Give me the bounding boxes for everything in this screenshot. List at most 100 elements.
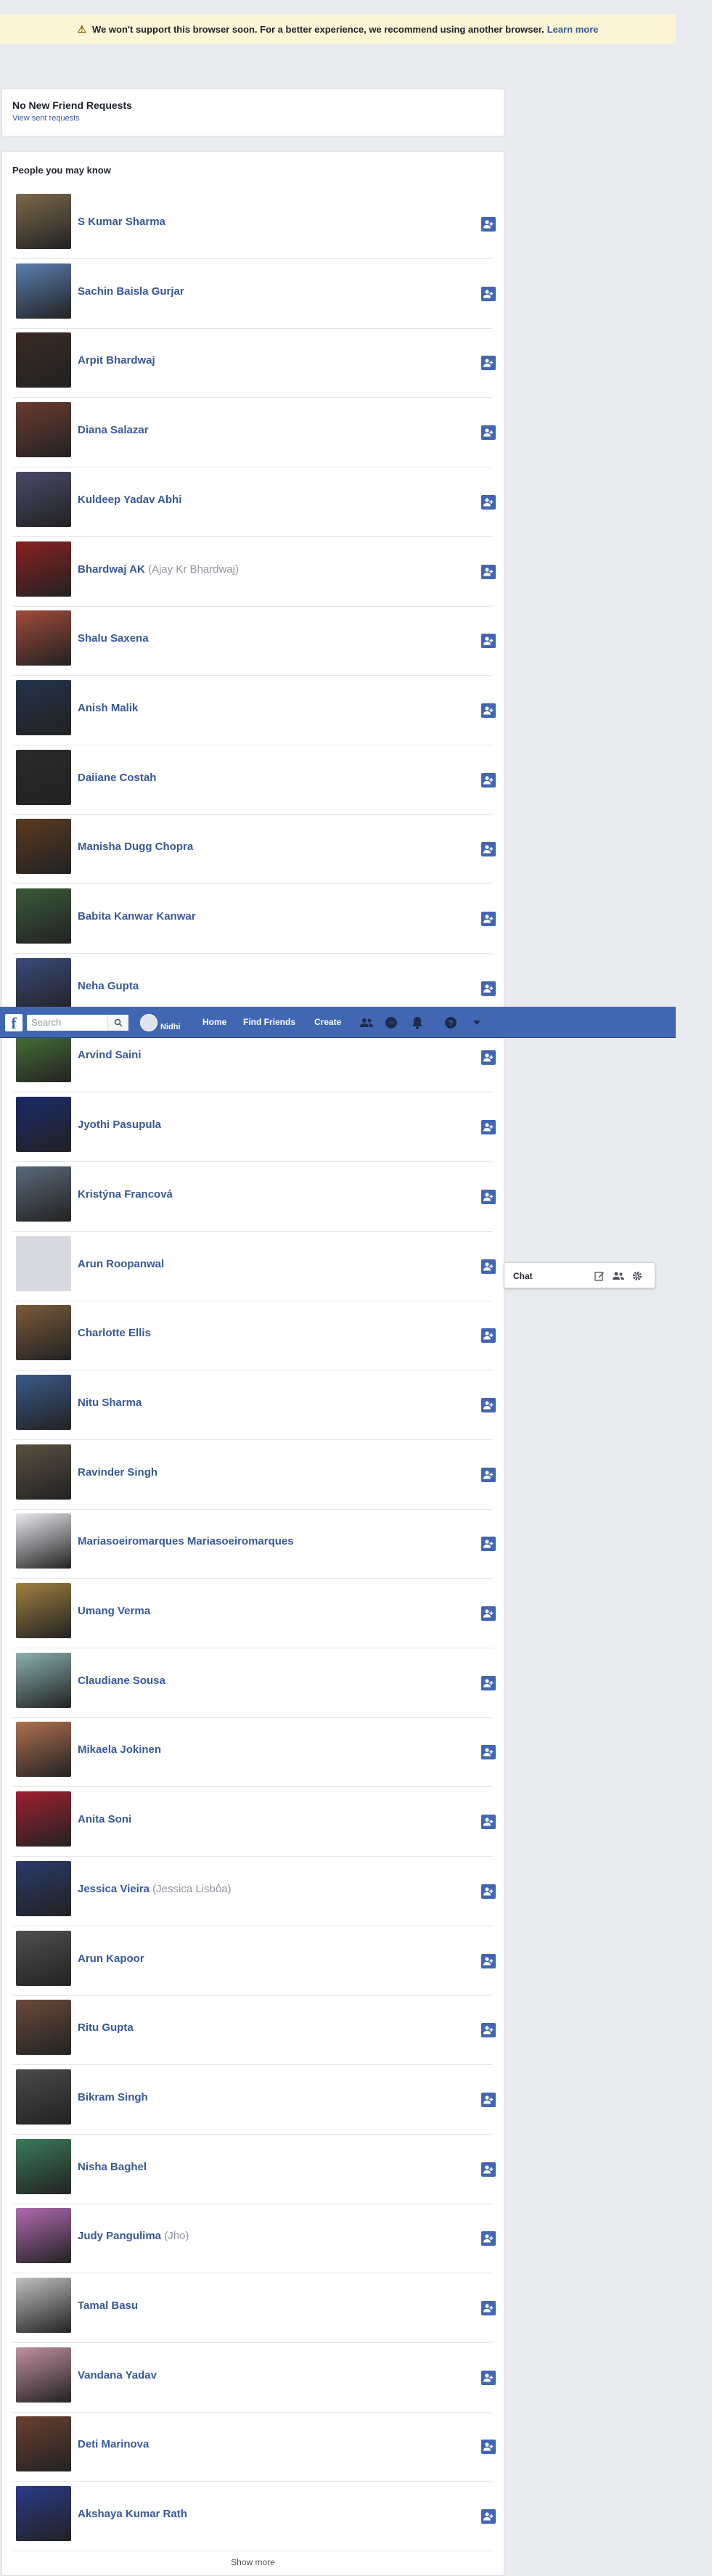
- person-name-link[interactable]: Arpit Bhardwaj: [78, 354, 155, 367]
- profile-photo[interactable]: [16, 1513, 71, 1569]
- person-name-link[interactable]: Arun Kapoor: [78, 1953, 144, 1965]
- add-friend-button[interactable]: [481, 1606, 496, 1621]
- person-name-link[interactable]: Jyothi Pasupula: [78, 1119, 161, 1131]
- messenger-icon[interactable]: [383, 1015, 399, 1031]
- person-name-link[interactable]: Jessica Vieira (Jessica Lisbôa): [78, 1883, 232, 1895]
- person-name-link[interactable]: Babita Kanwar Kanwar: [78, 910, 196, 923]
- friend-requests-icon[interactable]: [359, 1015, 375, 1031]
- add-friend-button[interactable]: [481, 2231, 496, 2246]
- profile-photo[interactable]: [16, 541, 71, 597]
- profile-photo[interactable]: [16, 1583, 71, 1638]
- person-name-link[interactable]: S Kumar Sharma: [78, 216, 165, 228]
- profile-photo[interactable]: [16, 2000, 71, 2056]
- person-name-link[interactable]: Arvind Saini: [78, 1049, 142, 1061]
- find-friends-link[interactable]: Find Friends: [243, 1017, 295, 1027]
- profile-photo[interactable]: [16, 2069, 71, 2125]
- profile-link[interactable]: Nidhi: [140, 1014, 181, 1031]
- profile-photo[interactable]: [16, 610, 71, 666]
- add-friend-button[interactable]: [481, 1884, 496, 1899]
- add-friend-button[interactable]: [481, 2023, 496, 2038]
- person-name-link[interactable]: Kristýna Francová: [78, 1188, 173, 1201]
- chat-sidebar-bar[interactable]: Chat: [504, 1262, 655, 1288]
- add-friend-button[interactable]: [481, 1815, 496, 1830]
- add-friend-button[interactable]: [481, 494, 496, 510]
- person-name-link[interactable]: Bikram Singh: [78, 2091, 148, 2103]
- add-friend-button[interactable]: [481, 217, 496, 232]
- person-name-link[interactable]: Vandana Yadav: [78, 2369, 157, 2381]
- add-friend-button[interactable]: [481, 564, 496, 579]
- person-name-link[interactable]: Deti Marinova: [78, 2438, 149, 2450]
- profile-photo[interactable]: [16, 1444, 71, 1500]
- profile-photo[interactable]: [16, 1930, 71, 1986]
- search-button[interactable]: [107, 1015, 128, 1031]
- add-friend-button[interactable]: [481, 772, 496, 788]
- person-name-link[interactable]: Nisha Baghel: [78, 2161, 147, 2173]
- add-friend-button[interactable]: [481, 703, 496, 718]
- profile-photo[interactable]: [16, 2208, 71, 2264]
- profile-photo[interactable]: [16, 2416, 71, 2472]
- person-name-link[interactable]: Akshaya Kumar Rath: [78, 2508, 187, 2520]
- add-friend-button[interactable]: [481, 1397, 496, 1412]
- show-more-link[interactable]: Show more: [2, 2557, 504, 2567]
- profile-photo[interactable]: [16, 749, 71, 805]
- person-name-link[interactable]: Anish Malik: [78, 702, 138, 714]
- add-friend-button[interactable]: [481, 1675, 496, 1690]
- person-name-link[interactable]: Diana Salazar: [78, 424, 149, 436]
- person-name-link[interactable]: Daiiane Costah: [78, 772, 156, 784]
- person-name-link[interactable]: Shalu Saxena: [78, 632, 149, 645]
- profile-photo[interactable]: [16, 1652, 71, 1708]
- new-message-icon[interactable]: [593, 1269, 606, 1283]
- add-friend-button[interactable]: [481, 1259, 496, 1274]
- person-name-link[interactable]: Ritu Gupta: [78, 2021, 134, 2034]
- create-group-icon[interactable]: [612, 1269, 625, 1283]
- person-name-link[interactable]: Mikaela Jokinen: [78, 1743, 161, 1756]
- add-friend-button[interactable]: [481, 2440, 496, 2455]
- facebook-logo-icon[interactable]: f: [5, 1014, 22, 1032]
- add-friend-button[interactable]: [481, 1120, 496, 1135]
- person-name-link[interactable]: Claudiane Sousa: [78, 1675, 165, 1687]
- add-friend-button[interactable]: [481, 2509, 496, 2524]
- person-name-link[interactable]: Sachin Baisla Gurjar: [78, 285, 184, 298]
- chat-settings-gear-icon[interactable]: [631, 1269, 644, 1283]
- add-friend-button[interactable]: [481, 286, 496, 301]
- profile-photo[interactable]: [16, 194, 71, 249]
- add-friend-button[interactable]: [481, 912, 496, 926]
- person-name-link[interactable]: Neha Gupta: [78, 980, 139, 992]
- person-name-link[interactable]: Bhardwaj AK (Ajay Kr Bhardwaj): [78, 563, 239, 576]
- profile-photo[interactable]: [16, 1722, 71, 1778]
- view-sent-requests-link[interactable]: View sent requests: [12, 114, 494, 123]
- person-name-link[interactable]: Ravinder Singh: [78, 1466, 157, 1479]
- profile-photo[interactable]: [16, 1097, 71, 1153]
- profile-photo[interactable]: [16, 1860, 71, 1916]
- person-name-link[interactable]: Mariasoeiromarques Mariasoeiromarques: [78, 1535, 294, 1547]
- add-friend-button[interactable]: [481, 1745, 496, 1760]
- profile-photo[interactable]: [16, 888, 71, 944]
- notifications-icon[interactable]: [409, 1015, 425, 1031]
- person-name-link[interactable]: Nitu Sharma: [78, 1397, 142, 1409]
- add-friend-button[interactable]: [481, 2370, 496, 2385]
- profile-photo[interactable]: [16, 2278, 71, 2333]
- add-friend-button[interactable]: [481, 1328, 496, 1344]
- profile-photo[interactable]: [16, 402, 71, 458]
- add-friend-button[interactable]: [481, 634, 496, 649]
- profile-photo[interactable]: [16, 1791, 71, 1847]
- profile-photo[interactable]: [16, 679, 71, 735]
- profile-photo[interactable]: [16, 1166, 71, 1222]
- add-friend-button[interactable]: [481, 356, 496, 371]
- profile-photo[interactable]: [16, 1235, 71, 1291]
- person-name-link[interactable]: Charlotte Ellis: [78, 1327, 151, 1339]
- add-friend-button[interactable]: [481, 981, 496, 996]
- account-menu-chevron-down-icon[interactable]: [469, 1015, 485, 1031]
- profile-photo[interactable]: [16, 471, 71, 527]
- profile-photo[interactable]: [16, 332, 71, 388]
- profile-photo[interactable]: [16, 957, 71, 1013]
- profile-photo[interactable]: [16, 819, 71, 875]
- add-friend-button[interactable]: [481, 2301, 496, 2315]
- profile-photo[interactable]: [16, 2138, 71, 2194]
- add-friend-button[interactable]: [481, 1467, 496, 1482]
- person-name-link[interactable]: Manisha Dugg Chopra: [78, 841, 193, 853]
- person-name-link[interactable]: Judy Pangulima (Jho): [78, 2230, 189, 2242]
- add-friend-button[interactable]: [481, 2092, 496, 2107]
- person-name-link[interactable]: Kuldeep Yadav Abhi: [78, 494, 181, 506]
- profile-photo[interactable]: [16, 2486, 71, 2542]
